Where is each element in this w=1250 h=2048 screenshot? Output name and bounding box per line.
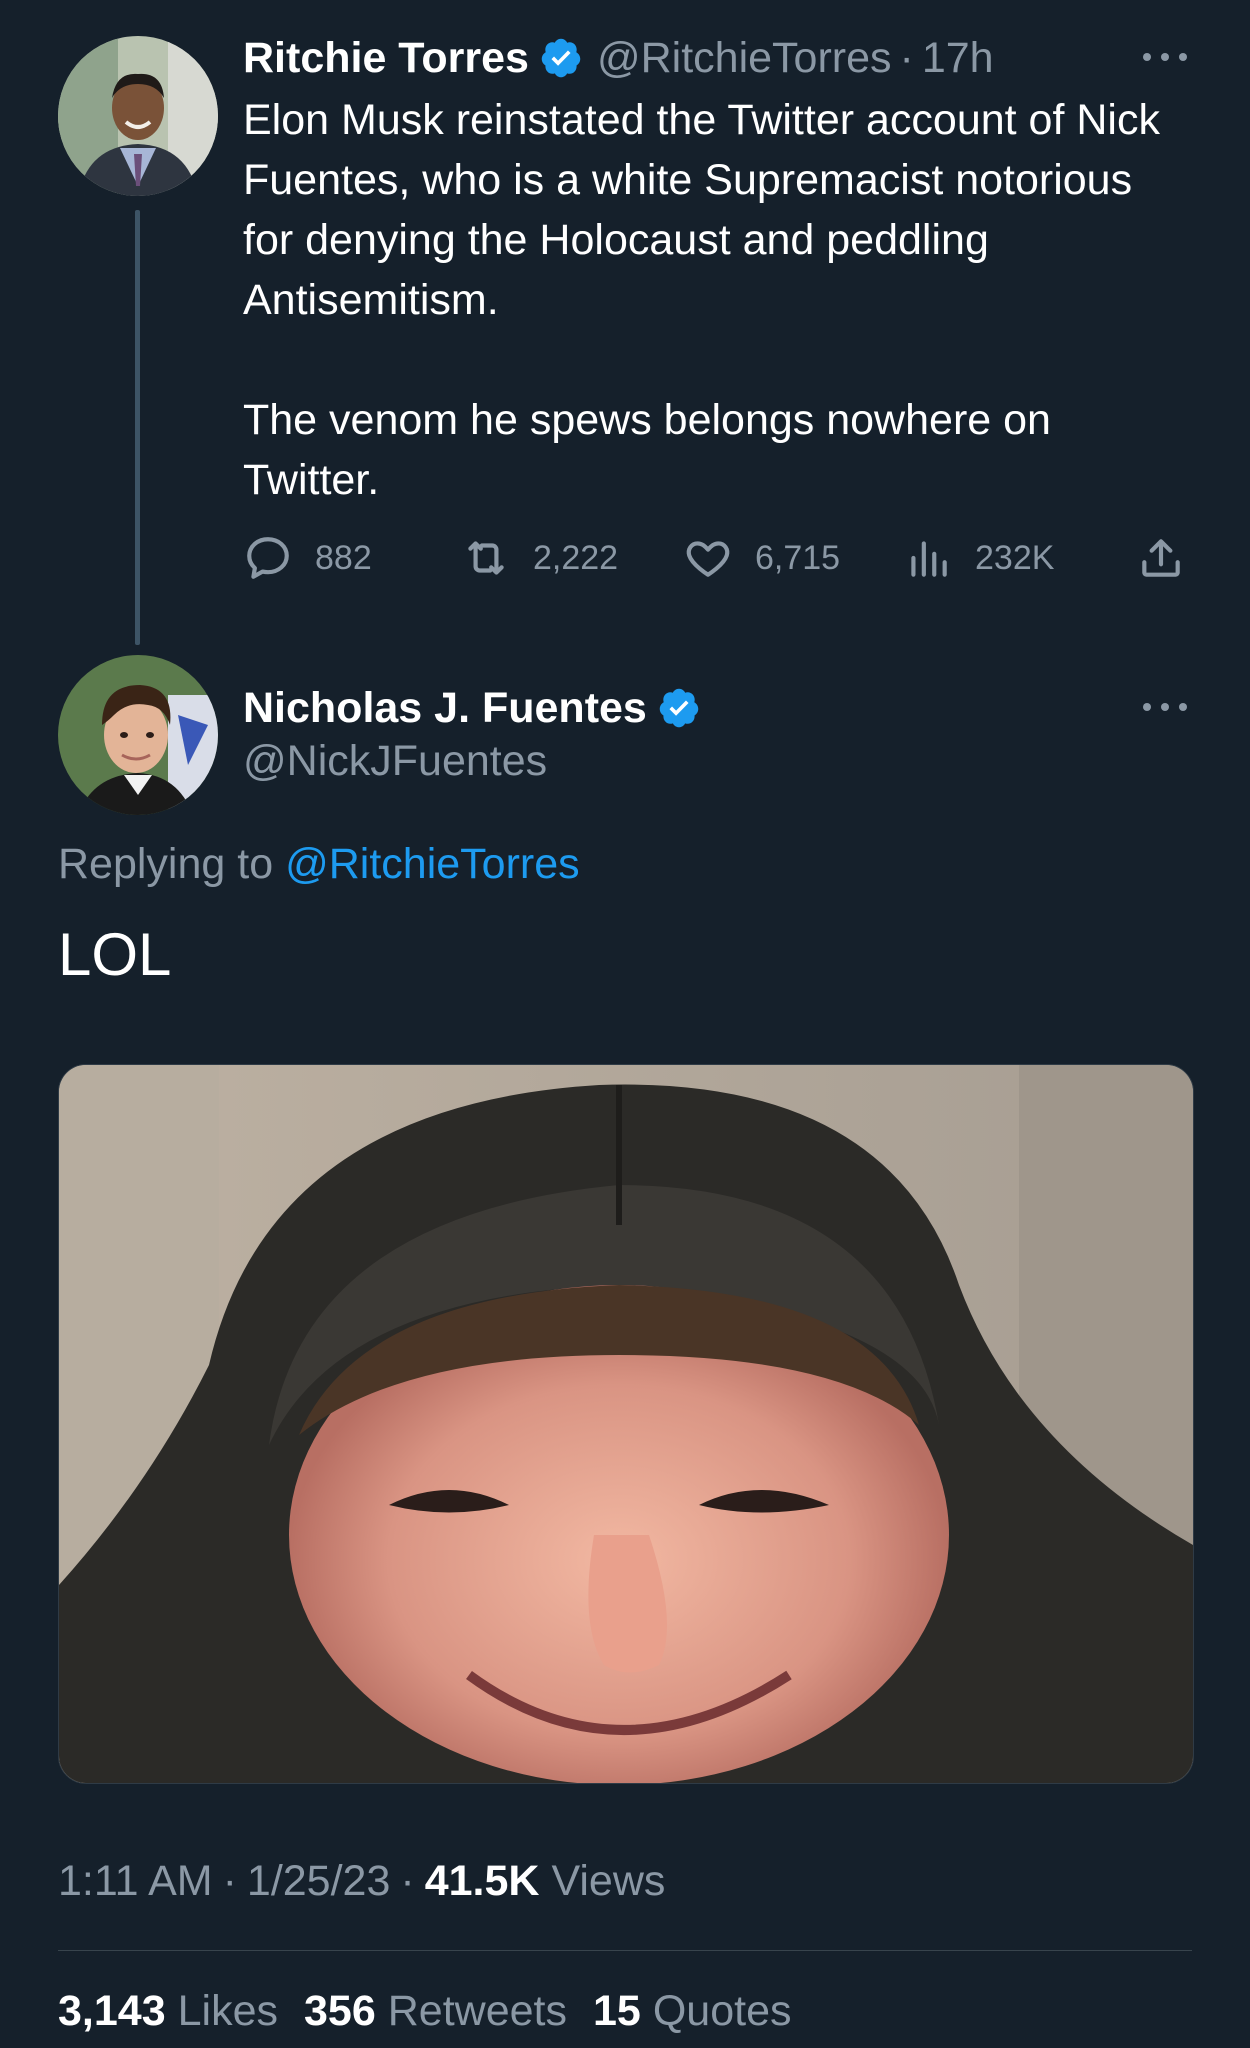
tweet-meta-row: 1:11 AM · 1/25/23 · 41.5K Views [58, 1850, 665, 1912]
views-count: 41.5K [424, 1856, 540, 1905]
separator-dot: · [400, 1856, 415, 1905]
verified-badge-icon [539, 36, 583, 80]
reply-count: 882 [315, 538, 372, 577]
parent-tweet-text: Elon Musk reinstated the Twitter account… [243, 90, 1183, 510]
tweet-paragraph: Elon Musk reinstated the Twitter account… [243, 96, 1160, 324]
likes-label: Likes [177, 1986, 278, 2035]
tweet-paragraph: The venom he spews belongs nowhere on Tw… [243, 396, 1051, 504]
author-handle[interactable]: @RitchieTorres [597, 34, 892, 83]
views-button[interactable]: 232K [903, 530, 1054, 586]
replying-handle-link[interactable]: @RitchieTorres [285, 840, 580, 888]
avatar-nicholas-fuentes[interactable] [58, 655, 218, 815]
like-count: 6,715 [755, 538, 841, 577]
retweets-label: Retweets [387, 1986, 567, 2035]
reply-tweet-header: Nicholas J. Fuentes [243, 680, 715, 736]
tweet-date[interactable]: 1/25/23 [247, 1857, 390, 1906]
likes-stat-link[interactable]: 3,143 Likes [58, 1987, 278, 2036]
more-options-icon[interactable] [1143, 50, 1187, 64]
likes-count: 3,143 [58, 1986, 166, 2035]
retweets-count: 356 [304, 1986, 376, 2035]
replying-prefix: Replying to [58, 840, 274, 888]
retweets-stat-link[interactable]: 356 Retweets [304, 1987, 567, 2036]
tweet-timestamp[interactable]: 17h [922, 34, 994, 83]
views-label: Views [551, 1856, 666, 1905]
parent-tweet-header: Ritchie Torres @RitchieTorres · 17h [243, 30, 994, 86]
author-name[interactable]: Nicholas J. Fuentes [243, 684, 647, 733]
quotes-count: 15 [593, 1986, 641, 2035]
tweet-action-bar: 882 2,222 6,715 232K [243, 530, 1193, 586]
engagement-stats-row: 3,143 Likes 356 Retweets 15 Quotes [58, 1980, 817, 2042]
quotes-stat-link[interactable]: 15 Quotes [593, 1987, 791, 2036]
divider [58, 1950, 1192, 1951]
retweet-button[interactable]: 2,222 [461, 530, 618, 586]
reply-tweet-text: LOL [58, 921, 172, 988]
more-options-icon[interactable] [1143, 700, 1187, 714]
author-name[interactable]: Ritchie Torres [243, 34, 529, 83]
reply-bubble-icon [247, 537, 289, 579]
thread-connector-line [135, 210, 140, 645]
separator-dot: · [899, 33, 914, 82]
separator-dot: · [222, 1856, 237, 1905]
replying-to-line: Replying to @RitchieTorres [58, 840, 580, 889]
quotes-label: Quotes [652, 1986, 792, 2035]
verified-badge-icon [657, 686, 701, 730]
retweet-icon [468, 541, 504, 575]
avatar-ritchie-torres[interactable] [58, 36, 218, 196]
share-button[interactable] [1136, 530, 1208, 586]
share-upload-icon [1142, 539, 1180, 577]
tweet-time[interactable]: 1:11 AM [58, 1857, 213, 1906]
heart-icon [686, 541, 730, 577]
author-handle[interactable]: @NickJFuentes [243, 737, 547, 786]
retweet-count: 2,222 [533, 538, 619, 577]
reply-button[interactable]: 882 [243, 530, 372, 586]
bar-chart-icon [911, 541, 947, 577]
views-count: 232K [975, 538, 1055, 577]
tweet-media-photo[interactable] [58, 1064, 1194, 1784]
like-button[interactable]: 6,715 [683, 530, 840, 586]
